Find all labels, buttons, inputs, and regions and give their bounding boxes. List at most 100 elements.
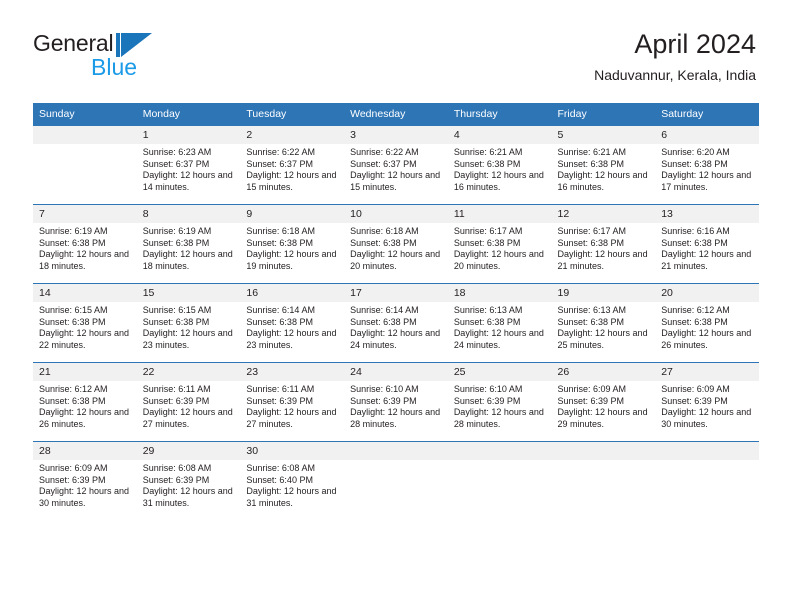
calendar-day-cell[interactable]: 12 Sunrise: 6:17 AM Sunset: 6:38 PM Dayligh… — [551, 204, 656, 284]
calendar-day-cell[interactable]: 26 Sunrise: 6:09 AM Sunset: 6:39 PM Dayligh… — [551, 362, 656, 442]
day-details: Sunrise: 6:19 AM Sunset: 6:38 PM Daylight:… — [137, 223, 241, 272]
day-details: Sunrise: 6:10 AM Sunset: 6:39 PM Daylight:… — [448, 381, 552, 430]
day-details: Sunrise: 6:12 AM Sunset: 6:38 PM Daylight:… — [33, 381, 137, 430]
calendar-day-cell[interactable]: 19 Sunrise: 6:13 AM Sunset: 6:38 PM Dayligh… — [551, 283, 656, 363]
daylight-text: Daylight: 12 hours and 24 minutes. — [350, 328, 441, 350]
calendar-day-cell[interactable]: 6 Sunrise: 6:20 AM Sunset: 6:38 PM Daylight… — [655, 125, 759, 205]
daylight-text: Daylight: 12 hours and 28 minutes. — [453, 407, 544, 429]
sunset-text: Sunset: 6:38 PM — [661, 158, 728, 169]
calendar-week-row: 21 Sunrise: 6:12 AM Sunset: 6:38 PM Dayligh… — [33, 362, 759, 442]
sunset-text: Sunset: 6:38 PM — [39, 395, 106, 406]
sunrise-text: Sunrise: 6:11 AM — [142, 384, 211, 394]
day-number: 14 — [33, 284, 137, 302]
day-details: Sunrise: 6:08 AM Sunset: 6:39 PM Daylight:… — [137, 460, 241, 509]
daylight-text: Daylight: 12 hours and 19 minutes. — [246, 249, 337, 271]
calendar-day-cell[interactable]: 15 Sunrise: 6:15 AM Sunset: 6:38 PM Dayligh… — [136, 283, 241, 363]
day-details: Sunrise: 6:17 AM Sunset: 6:38 PM Daylight:… — [552, 223, 656, 272]
calendar-day-cell[interactable]: 5 Sunrise: 6:21 AM Sunset: 6:38 PM Daylight… — [551, 125, 656, 205]
day-details: Sunrise: 6:23 AM Sunset: 6:37 PM Daylight:… — [137, 144, 241, 193]
sunset-text: Sunset: 6:38 PM — [557, 316, 625, 327]
sunrise-text: Sunrise: 6:13 AM — [557, 305, 627, 315]
calendar-day-cell[interactable]: 11 Sunrise: 6:17 AM Sunset: 6:38 PM Dayligh… — [447, 204, 552, 284]
sunrise-text: Sunrise: 6:08 AM — [246, 463, 315, 473]
day-number: 30 — [240, 442, 345, 460]
calendar-day-cell[interactable]: 22 Sunrise: 6:11 AM Sunset: 6:39 PM Dayligh… — [136, 362, 241, 442]
sunset-text: Sunset: 6:38 PM — [350, 237, 417, 248]
day-details: Sunrise: 6:22 AM Sunset: 6:37 PM Daylight:… — [344, 144, 448, 193]
daylight-text: Daylight: 12 hours and 22 minutes. — [39, 328, 130, 350]
day-number: 4 — [447, 126, 552, 144]
daylight-text: Daylight: 12 hours and 31 minutes. — [246, 486, 337, 508]
sunset-text: Sunset: 6:38 PM — [246, 237, 313, 248]
page-subtitle: Naduvannur, Kerala, India — [594, 67, 756, 83]
calendar-day-cell[interactable]: 10 Sunrise: 6:18 AM Sunset: 6:38 PM Dayligh… — [344, 204, 448, 284]
calendar-day-cell[interactable]: 9 Sunrise: 6:18 AM Sunset: 6:38 PM Daylight… — [240, 204, 345, 284]
calendar-day-cell[interactable]: 14 Sunrise: 6:15 AM Sunset: 6:38 PM Dayligh… — [33, 283, 137, 363]
calendar-day-cell[interactable]: 30 Sunrise: 6:08 AM Sunset: 6:40 PM Dayligh… — [240, 441, 345, 520]
weekday-header-tuesday: Tuesday — [240, 103, 345, 126]
calendar-week-row: 14 Sunrise: 6:15 AM Sunset: 6:38 PM Dayligh… — [33, 283, 759, 363]
daylight-text: Daylight: 12 hours and 23 minutes. — [142, 328, 233, 350]
calendar-day-cell[interactable]: 18 Sunrise: 6:13 AM Sunset: 6:38 PM Dayligh… — [447, 283, 552, 363]
sunrise-text: Sunrise: 6:22 AM — [246, 147, 315, 157]
day-details: Sunrise: 6:09 AM Sunset: 6:39 PM Daylight:… — [552, 381, 656, 430]
calendar-day-cell[interactable]: 17 Sunrise: 6:14 AM Sunset: 6:38 PM Dayligh… — [344, 283, 448, 363]
daylight-text: Daylight: 12 hours and 30 minutes. — [661, 407, 752, 429]
daylight-text: Daylight: 12 hours and 24 minutes. — [453, 328, 544, 350]
sunset-text: Sunset: 6:38 PM — [453, 158, 521, 169]
day-number: 23 — [240, 363, 345, 381]
calendar-day-cell[interactable]: 21 Sunrise: 6:12 AM Sunset: 6:38 PM Dayligh… — [33, 362, 137, 442]
sunrise-text: Sunrise: 6:18 AM — [246, 226, 315, 236]
calendar-day-cell[interactable]: 8 Sunrise: 6:19 AM Sunset: 6:38 PM Daylight… — [136, 204, 241, 284]
daylight-text: Daylight: 12 hours and 16 minutes. — [557, 170, 648, 192]
sunset-text: Sunset: 6:40 PM — [246, 474, 313, 485]
page-header: General Blue April 2024 Naduvannur, Kera… — [0, 0, 792, 98]
calendar-day-cell[interactable]: 16 Sunrise: 6:14 AM Sunset: 6:38 PM Dayligh… — [240, 283, 345, 363]
day-details: Sunrise: 6:18 AM Sunset: 6:38 PM Daylight:… — [344, 223, 448, 272]
day-details: Sunrise: 6:20 AM Sunset: 6:38 PM Daylight:… — [655, 144, 759, 193]
weekday-header-sunday: Sunday — [33, 103, 137, 126]
calendar-day-cell[interactable]: 20 Sunrise: 6:12 AM Sunset: 6:38 PM Dayligh… — [655, 283, 759, 363]
day-number — [344, 442, 448, 460]
calendar-day-cell[interactable]: 7 Sunrise: 6:19 AM Sunset: 6:38 PM Daylight… — [33, 204, 137, 284]
weekday-header-row: Sunday Monday Tuesday Wednesday Thursday… — [33, 103, 759, 126]
sunset-text: Sunset: 6:39 PM — [557, 395, 625, 406]
day-details: Sunrise: 6:11 AM Sunset: 6:39 PM Daylight:… — [137, 381, 241, 430]
calendar-week-row: 28 Sunrise: 6:09 AM Sunset: 6:39 PM Dayligh… — [33, 441, 759, 520]
calendar-day-cell[interactable]: 2 Sunrise: 6:22 AM Sunset: 6:37 PM Daylight… — [240, 125, 345, 205]
daylight-text: Daylight: 12 hours and 29 minutes. — [557, 407, 648, 429]
calendar-week-row: 7 Sunrise: 6:19 AM Sunset: 6:38 PM Daylight… — [33, 204, 759, 284]
calendar-day-cell[interactable]: 1 Sunrise: 6:23 AM Sunset: 6:37 PM Daylight… — [136, 125, 241, 205]
calendar-day-cell[interactable]: 28 Sunrise: 6:09 AM Sunset: 6:39 PM Dayligh… — [33, 441, 137, 520]
general-blue-logo[interactable]: General Blue — [33, 30, 253, 84]
calendar-day-cell[interactable]: 23 Sunrise: 6:11 AM Sunset: 6:39 PM Dayligh… — [240, 362, 345, 442]
calendar-day-cell-empty — [655, 441, 759, 520]
sunrise-text: Sunrise: 6:17 AM — [557, 226, 627, 236]
calendar-day-cell[interactable]: 3 Sunrise: 6:22 AM Sunset: 6:37 PM Daylight… — [344, 125, 448, 205]
calendar-day-cell[interactable]: 29 Sunrise: 6:08 AM Sunset: 6:39 PM Dayligh… — [136, 441, 241, 520]
day-number: 25 — [447, 363, 552, 381]
sunset-text: Sunset: 6:38 PM — [39, 316, 106, 327]
calendar-day-cell[interactable]: 4 Sunrise: 6:21 AM Sunset: 6:38 PM Daylight… — [447, 125, 552, 205]
day-details: Sunrise: 6:13 AM Sunset: 6:38 PM Daylight:… — [448, 302, 552, 351]
calendar-day-cell[interactable]: 13 Sunrise: 6:16 AM Sunset: 6:38 PM Dayligh… — [655, 204, 759, 284]
daylight-text: Daylight: 12 hours and 18 minutes. — [39, 249, 130, 271]
sunset-text: Sunset: 6:39 PM — [142, 395, 210, 406]
sunset-text: Sunset: 6:38 PM — [557, 237, 625, 248]
daylight-text: Daylight: 12 hours and 21 minutes. — [557, 249, 648, 271]
day-number: 27 — [655, 363, 759, 381]
daylight-text: Daylight: 12 hours and 30 minutes. — [39, 486, 130, 508]
calendar-day-cell[interactable]: 25 Sunrise: 6:10 AM Sunset: 6:39 PM Dayligh… — [447, 362, 552, 442]
day-number: 5 — [551, 126, 656, 144]
daylight-text: Daylight: 12 hours and 26 minutes. — [39, 407, 130, 429]
day-number — [33, 126, 137, 144]
sunset-text: Sunset: 6:39 PM — [39, 474, 106, 485]
calendar-day-cell[interactable]: 27 Sunrise: 6:09 AM Sunset: 6:39 PM Dayligh… — [655, 362, 759, 442]
day-details: Sunrise: 6:09 AM Sunset: 6:39 PM Daylight:… — [655, 381, 759, 430]
logo-text-blue: Blue — [91, 54, 138, 80]
day-number: 13 — [655, 205, 759, 223]
calendar-day-cell[interactable]: 24 Sunrise: 6:10 AM Sunset: 6:39 PM Dayligh… — [344, 362, 448, 442]
day-number: 15 — [136, 284, 241, 302]
calendar-week-row: 1 Sunrise: 6:23 AM Sunset: 6:37 PM Daylight… — [33, 125, 759, 205]
day-details: Sunrise: 6:16 AM Sunset: 6:38 PM Daylight:… — [655, 223, 759, 272]
